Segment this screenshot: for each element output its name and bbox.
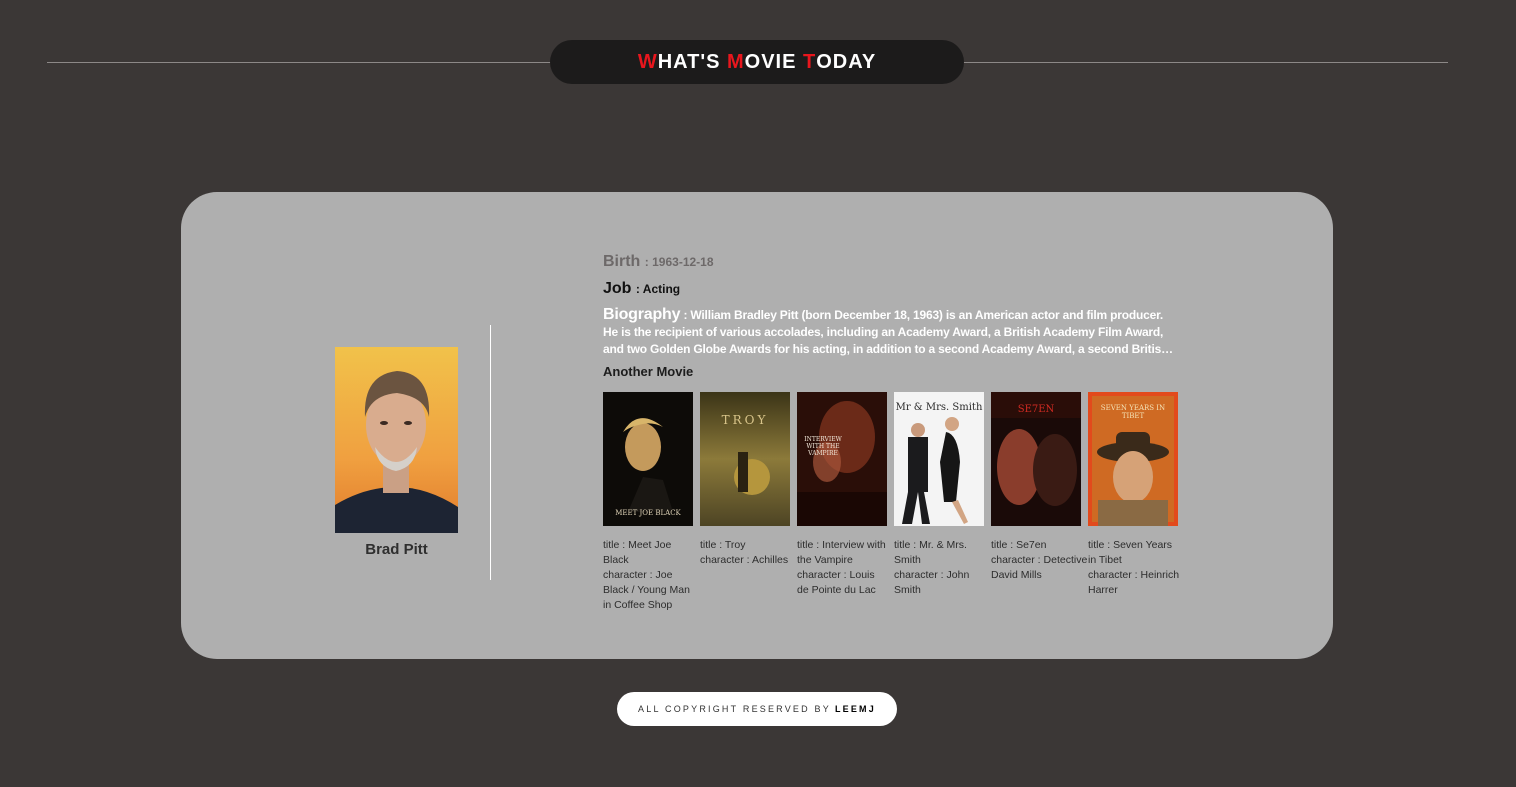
movie-title-text: Se7en [1016,539,1047,552]
birth-value: 1963-12-18 [652,255,714,269]
title-letter-t: T [803,50,817,73]
poster-title: INTERVIEW WITH THE VAMPIRE [804,436,842,458]
title-prefix: title : [894,539,920,552]
movie-card[interactable]: MEET JOE BLACK title : Meet Joe Black ch… [603,392,693,613]
movie-character: character : Louis de Pointe du Lac [797,568,887,598]
person-info: Birth : 1963-12-18 Job : Acting Biograph… [603,252,1179,613]
movie-character-text: Achilles [751,554,789,567]
movie-card[interactable]: Mr & Mrs. Smith title : Mr. & Mrs. Smith… [894,392,984,613]
profile-photo [335,347,458,533]
another-movie-heading: Another Movie [603,364,694,380]
poster-title: SE7EN [1018,404,1055,415]
movie-character: character : Achilles [700,553,790,568]
movie-card[interactable]: SEVEN YEARS IN TIBET title : Seven Years… [1088,392,1179,613]
movie-card[interactable]: SE7EN title : Se7en character : Detectiv… [991,392,1087,613]
title-word-1: HAT'S [657,50,727,73]
movie-poster[interactable]: SE7EN [991,392,1081,527]
footer-author: LEEMJ [834,704,876,714]
title-prefix: title : [603,539,629,552]
movie-title: title : Seven Years in Tibet [1088,538,1178,568]
movie-character: character : John Smith [894,568,984,598]
movie-poster[interactable]: INTERVIEW WITH THE VAMPIRE [797,392,887,527]
movie-poster[interactable]: MEET JOE BLACK [603,392,693,527]
movie-meta: title : Troy character : Achilles [700,538,790,568]
movie-card[interactable]: INTERVIEW WITH THE VAMPIRE title : Inter… [797,392,887,613]
page: W HAT'S M OVIE T ODAY Brad Pitt Birth: … [0,0,1516,787]
poster-title: TROY [722,413,769,427]
job-value-wrap: : Acting [635,282,681,297]
title-prefix: title : [1088,539,1114,552]
character-prefix: character : [700,554,752,567]
job-value: Acting [642,282,681,297]
birth-row: Birth : 1963-12-18 [603,252,1178,271]
movie-card[interactable]: TROY title : Troy character : Achilles [700,392,790,613]
title-prefix: title : [700,539,725,552]
poster-title: Mr & Mrs. Smith [896,402,983,413]
title-letter-m: M [726,50,745,73]
biography: Biography : William Bradley Pitt (born D… [603,306,1178,358]
movie-meta: title : Interview with the Vampire chara… [797,538,887,598]
title-word-3: ODAY [816,50,877,73]
character-prefix: character : [1088,569,1141,582]
character-prefix: character : [603,569,656,582]
biography-label: Biography [603,306,681,324]
title-prefix: title : [797,539,823,552]
movie-list: MEET JOE BLACK title : Meet Joe Black ch… [603,392,1179,613]
movie-poster[interactable]: Mr & Mrs. Smith [894,392,984,527]
footer: ALL COPYRIGHT RESERVED BY LEEMJ [617,692,897,726]
movie-meta: title : Seven Years in Tibet character :… [1088,538,1179,598]
character-prefix: character : [991,554,1044,567]
movie-meta: title : Mr. & Mrs. Smith character : Joh… [894,538,984,598]
movie-poster[interactable]: SEVEN YEARS IN TIBET [1088,392,1178,527]
character-prefix: character : [894,569,947,582]
job-row: Job : Acting [603,279,1178,298]
movie-title: title : Se7en [991,538,1081,553]
footer-text: ALL COPYRIGHT RESERVED BY [638,704,831,714]
movie-title: title : Mr. & Mrs. Smith [894,538,984,568]
movie-meta: title : Meet Joe Black character : Joe B… [603,538,693,613]
poster-title: SEVEN YEARS IN TIBET [1100,404,1166,421]
movie-title-text: Troy [724,539,746,552]
title-word-2: OVIE [744,50,804,73]
character-prefix: character : [797,569,850,582]
movie-character: character : Detective David Mills [991,553,1087,583]
movie-title: title : Troy [700,538,790,553]
title-prefix: title : [991,539,1017,552]
movie-character: character : Joe Black / Young Man in Cof… [603,568,693,613]
vertical-divider [490,325,491,580]
person-name: Brad Pitt [365,541,428,558]
poster-title: MEET JOE BLACK [615,509,681,517]
profile: Brad Pitt [335,347,458,558]
biography-text: William Bradley Pitt (born December 18, … [603,308,1169,357]
movie-meta: title : Se7en character : Detective Davi… [991,538,1087,583]
movie-title: title : Interview with the Vampire [797,538,887,568]
movie-character: character : Heinrich Harrer [1088,568,1179,598]
birth-value-wrap: : 1963-12-18 [644,255,714,269]
site-title[interactable]: W HAT'S M OVIE T ODAY [550,40,964,84]
movie-title: title : Meet Joe Black [603,538,693,568]
title-letter-w: W [637,50,658,73]
movie-poster[interactable]: TROY [700,392,790,527]
person-card: Brad Pitt Birth : 1963-12-18 Job : Actin… [181,192,1333,659]
job-label: Job [603,280,632,298]
birth-label: Birth [603,253,641,270]
